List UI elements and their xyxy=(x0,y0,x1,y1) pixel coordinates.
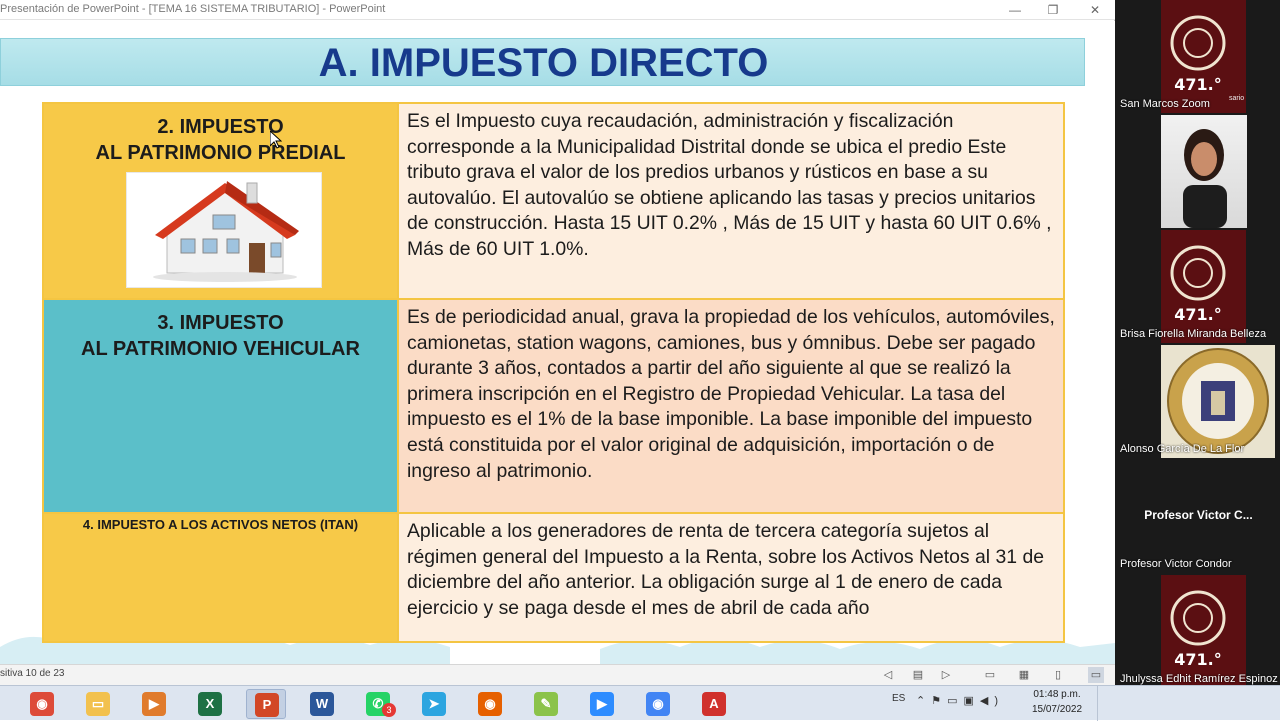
row-heading-cell: 4. IMPUESTO A LOS ACTIVOS NETOS (ITAN) xyxy=(44,514,399,641)
status-bar: sitiva 10 de 23 ◁ ▤ ▷ ▭ ▦ ▯ ▭ xyxy=(0,664,1115,685)
taskbar-app[interactable]: A xyxy=(694,689,734,719)
participant-tile[interactable]: 471.° Jhulyssa Edhit Ramírez Espinoz xyxy=(1117,575,1280,688)
previous-slide-icon[interactable]: ◁ xyxy=(880,667,896,683)
taskbar-app[interactable]: ✎ xyxy=(526,689,566,719)
slide-title-banner: A. IMPUESTO DIRECTO xyxy=(0,38,1085,86)
participant-tile[interactable] xyxy=(1117,115,1280,228)
taskbar-app[interactable]: P xyxy=(246,689,286,719)
taskbar-app[interactable]: ▶ xyxy=(582,689,622,719)
slide-canvas: A. IMPUESTO DIRECTO 2. IMPUESTO AL PATRI… xyxy=(0,21,1115,664)
row-heading-cell: 2. IMPUESTO AL PATRIMONIO PREDIAL xyxy=(44,104,399,298)
notes-icon[interactable]: ▤ xyxy=(910,667,926,683)
next-slide-icon[interactable]: ▷ xyxy=(938,667,954,683)
university-logo-icon: 471.° xyxy=(1170,590,1226,669)
slide-title: A. IMPUESTO DIRECTO xyxy=(318,41,769,85)
clock-date[interactable]: 15/07/2022 xyxy=(1020,704,1094,715)
participant-name: Alonso García De La Flor xyxy=(1120,443,1245,455)
taskbar-app[interactable]: ◉ xyxy=(470,689,510,719)
firefox-icon: ◉ xyxy=(478,692,502,716)
tax-table: 2. IMPUESTO AL PATRIMONIO PREDIAL Es el … xyxy=(42,102,1065,643)
word-icon: W xyxy=(310,692,334,716)
minimize-button[interactable]: — xyxy=(1000,1,1030,19)
participant-name: Brisa Fiorella Miranda Belleza xyxy=(1120,328,1267,340)
reading-view-icon[interactable]: ▯ xyxy=(1050,667,1066,683)
zoom-icon: ▶ xyxy=(590,692,614,716)
telegram-icon: ➤ xyxy=(422,692,446,716)
window-title: Presentación de PowerPoint - [TEMA 16 SI… xyxy=(0,3,386,15)
participant-tile[interactable]: Alonso García De La Flor xyxy=(1117,345,1280,458)
taskbar-app[interactable]: ◉ xyxy=(638,689,678,719)
mouse-cursor-icon xyxy=(270,131,282,149)
table-row: 3. IMPUESTO AL PATRIMONIO VEHICULAR Es d… xyxy=(44,300,1063,514)
row-description: Aplicable a los generadores de renta de … xyxy=(399,514,1063,641)
coat-of-arms-icon xyxy=(1167,348,1269,454)
svg-text:471.°: 471.° xyxy=(1174,650,1221,669)
taskbar-app[interactable]: X xyxy=(190,689,230,719)
chrome-alt-icon: ◉ xyxy=(646,692,670,716)
taskbar-app[interactable]: W xyxy=(302,689,342,719)
table-row: 4. IMPUESTO A LOS ACTIVOS NETOS (ITAN) A… xyxy=(44,514,1063,641)
slide-sorter-icon[interactable]: ▦ xyxy=(1016,667,1032,683)
participant-tile[interactable]: 471.° Brisa Fiorella Miranda Belleza xyxy=(1117,230,1280,343)
show-desktop-button[interactable] xyxy=(1097,686,1115,721)
taskbar-app[interactable]: ➤ xyxy=(414,689,454,719)
normal-view-icon[interactable]: ▭ xyxy=(982,667,998,683)
participant-name: San Marcos Zoom xyxy=(1120,98,1210,110)
close-button[interactable]: ✕ xyxy=(1080,1,1110,19)
svg-text:471.°: 471.° xyxy=(1174,75,1221,94)
svg-text:471.°: 471.° xyxy=(1174,305,1221,324)
table-row: 2. IMPUESTO AL PATRIMONIO PREDIAL Es el … xyxy=(44,104,1063,300)
file-explorer-icon: ▭ xyxy=(86,692,110,716)
powerpoint-icon: P xyxy=(255,693,279,717)
row-heading: 2. IMPUESTO AL PATRIMONIO PREDIAL xyxy=(95,116,346,164)
powerpoint-window: Presentación de PowerPoint - [TEMA 16 SI… xyxy=(0,0,1115,685)
participant-tile[interactable]: 471.° sario San Marcos Zoom xyxy=(1117,0,1280,113)
paint-icon: ✎ xyxy=(534,692,558,716)
row-heading: 3. IMPUESTO AL PATRIMONIO VEHICULAR xyxy=(81,312,360,360)
row-heading: 4. IMPUESTO A LOS ACTIVOS NETOS (ITAN) xyxy=(82,517,359,532)
university-logo-icon: 471.° xyxy=(1170,15,1226,94)
taskbar-app[interactable]: ▶ xyxy=(134,689,174,719)
taskbar-app[interactable]: ▭ xyxy=(78,689,118,719)
taskbar-app[interactable]: ◉ xyxy=(22,689,62,719)
university-logo-icon: 471.° xyxy=(1170,245,1226,324)
title-bar: Presentación de PowerPoint - [TEMA 16 SI… xyxy=(0,0,1115,20)
language-indicator[interactable]: ES xyxy=(892,693,905,704)
participant-video xyxy=(1161,115,1247,228)
chrome-icon: ◉ xyxy=(30,692,54,716)
row-heading-cell: 3. IMPUESTO AL PATRIMONIO VEHICULAR xyxy=(44,300,399,512)
participant-name: Jhulyssa Edhit Ramírez Espinoz xyxy=(1120,673,1278,685)
participant-name: Profesor Victor Condor xyxy=(1120,558,1232,570)
row-description: Es de periodicidad anual, grava la propi… xyxy=(399,300,1063,512)
system-tray[interactable]: ⌃⚑▭▣◀) xyxy=(916,694,1004,707)
taskbar-app[interactable]: ✆ 3 xyxy=(358,689,398,719)
participant-tile[interactable]: Profesor Victor C... Profesor Victor Con… xyxy=(1117,460,1280,573)
media-player-icon: ▶ xyxy=(142,692,166,716)
participant-video xyxy=(1161,345,1275,458)
person-avatar-icon xyxy=(1183,129,1227,228)
slide-counter: sitiva 10 de 23 xyxy=(0,668,65,679)
notification-badge: 3 xyxy=(382,703,396,717)
row-description: Es el Impuesto cuya recaudación, adminis… xyxy=(399,104,1063,298)
clock-time[interactable]: 01:48 p.m. xyxy=(1020,689,1094,700)
excel-icon: X xyxy=(198,692,222,716)
slideshow-icon[interactable]: ▭ xyxy=(1088,667,1104,683)
restore-button[interactable]: ❐ xyxy=(1038,1,1068,19)
house-image xyxy=(126,172,322,288)
zoom-participant-panel: 471.° sario San Marcos Zoom 471.° Brisa … xyxy=(1115,0,1280,688)
windows-taskbar: ◉ ▭ ▶ X P W ✆ 3 ➤ ◉ ✎ ▶ ◉ A ES ⌃⚑▭▣◀) 01:48 p.m. 15/0… xyxy=(0,685,1280,721)
house-icon xyxy=(153,181,299,282)
participant-center-label: Profesor Victor C... xyxy=(1144,508,1253,522)
acrobat-icon: A xyxy=(702,692,726,716)
